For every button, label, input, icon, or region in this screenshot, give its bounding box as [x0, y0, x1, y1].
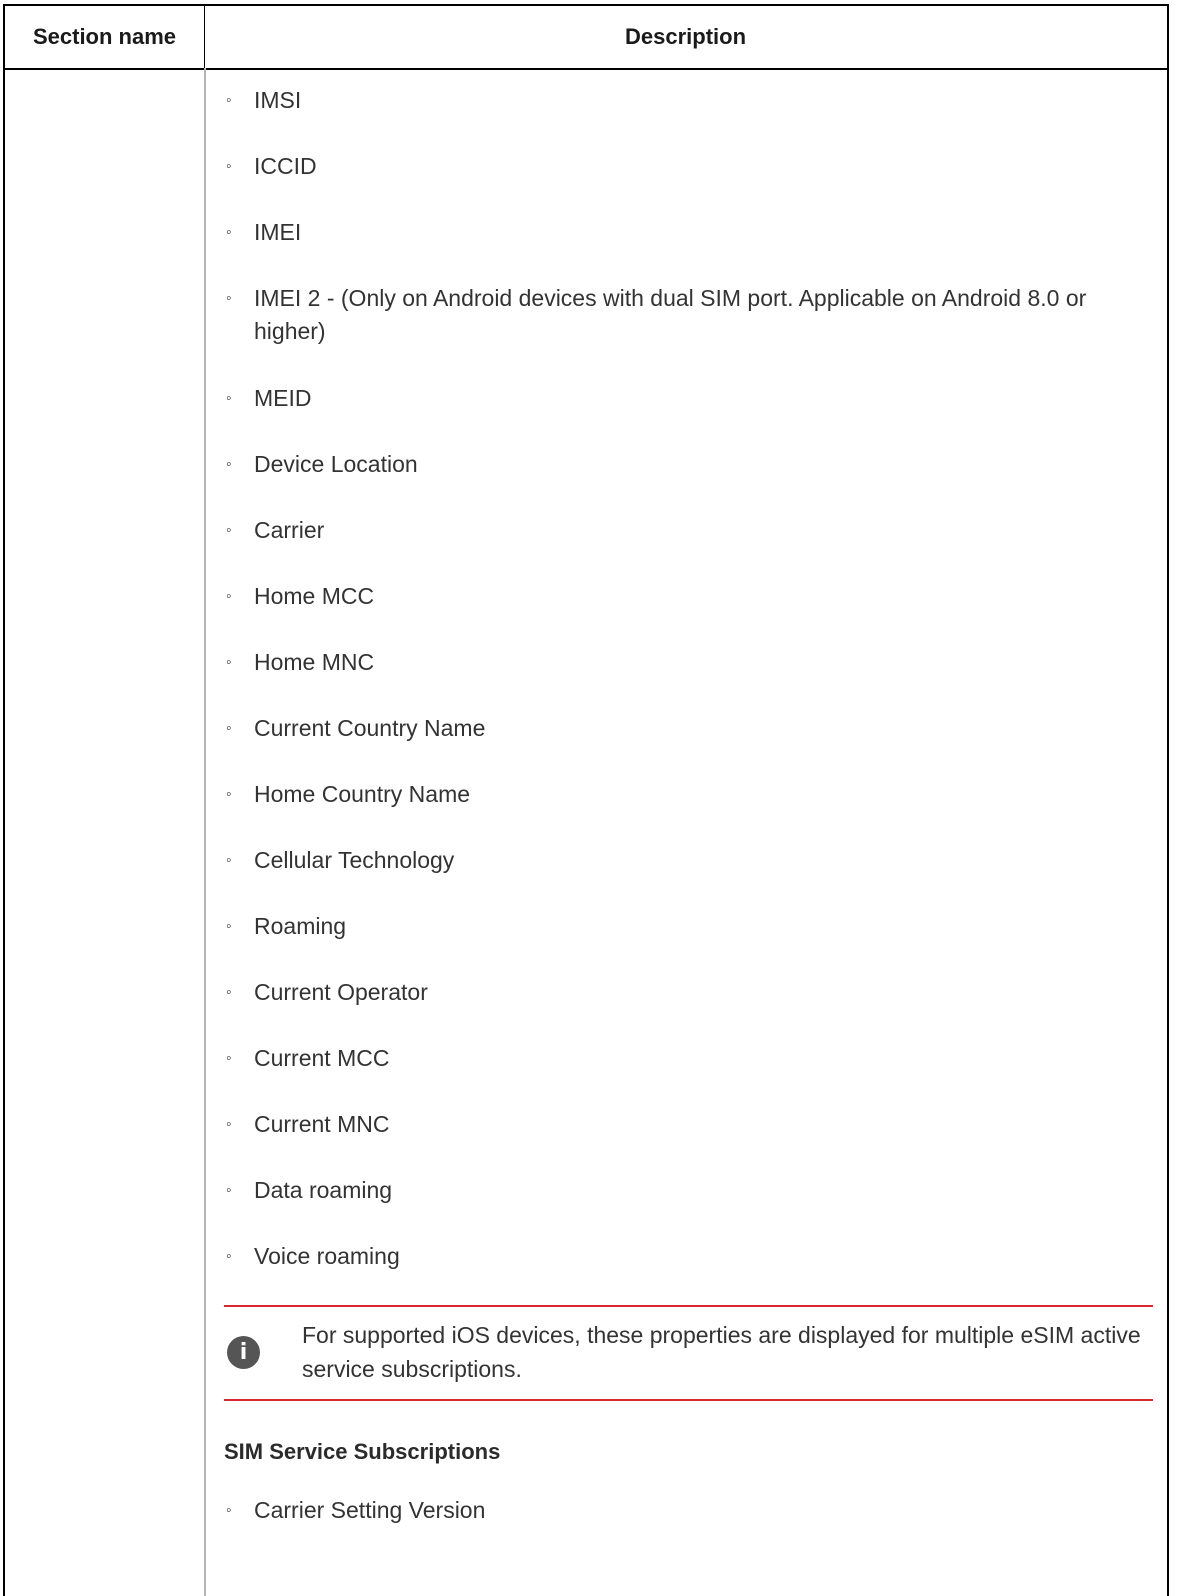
- bullet-icon: ◦: [226, 522, 232, 539]
- list-item: ◦ Voice roaming: [224, 1240, 1153, 1273]
- list-item-text: Current MCC: [254, 1045, 390, 1071]
- list-item-text: Cellular Technology: [254, 847, 455, 873]
- bullet-icon: ◦: [226, 654, 232, 671]
- bullet-icon: ◦: [226, 1502, 232, 1519]
- list-item-text: Home MCC: [254, 583, 375, 609]
- list-item-text: Home Country Name: [254, 781, 471, 807]
- list-item: ◦ Carrier: [224, 514, 1153, 547]
- note-text: For supported iOS devices, these propert…: [302, 1322, 1141, 1382]
- list-item-text: IMEI: [254, 219, 302, 245]
- info-icon: i: [227, 1336, 260, 1369]
- column-divider: [204, 68, 206, 1596]
- header-description: Description: [624, 24, 747, 49]
- bullet-icon: ◦: [226, 1050, 232, 1067]
- bullet-icon: ◦: [226, 984, 232, 1001]
- bullet-icon: ◦: [226, 158, 232, 175]
- list-item-text: Current MNC: [254, 1111, 390, 1137]
- list-item: ◦ Current Operator: [224, 976, 1153, 1009]
- list-item: ◦ Data roaming: [224, 1174, 1153, 1207]
- table-header: Section name Description: [5, 6, 1167, 70]
- bullet-icon: ◦: [226, 1248, 232, 1265]
- bullet-icon: ◦: [226, 588, 232, 605]
- bullet-icon: ◦: [226, 456, 232, 473]
- list-item: ◦ Cellular Technology: [224, 844, 1153, 877]
- list-item-text: ICCID: [254, 153, 317, 179]
- bullet-icon: ◦: [226, 224, 232, 241]
- properties-table: Section name Description ◦ IMSI ◦ ICCID ◦ I…: [3, 4, 1169, 1596]
- list-item: ◦ Home MCC: [224, 580, 1153, 613]
- note-box: i For supported iOS devices, these prope…: [224, 1305, 1153, 1401]
- bullet-icon: ◦: [226, 918, 232, 935]
- list-item: ◦ Current MNC: [224, 1108, 1153, 1141]
- list-item-text: Carrier Setting Version: [254, 1497, 486, 1523]
- list-item: ◦ Carrier Setting Version: [224, 1494, 1153, 1527]
- list-item-text: Data roaming: [254, 1177, 393, 1203]
- section-subheading: SIM Service Subscriptions: [224, 1439, 501, 1464]
- list-item: ◦ ICCID: [224, 150, 1153, 183]
- bullet-icon: ◦: [226, 786, 232, 803]
- bullet-icon: ◦: [226, 92, 232, 109]
- property-list: ◦ IMSI ◦ ICCID ◦ IMEI ◦ IMEI 2 - (Only on An…: [224, 68, 1153, 1269]
- list-item: ◦ IMSI: [224, 84, 1153, 117]
- bullet-icon: ◦: [226, 720, 232, 737]
- list-item-text: IMEI 2 - (Only on Android devices with d…: [254, 285, 1087, 344]
- list-item: ◦ Roaming: [224, 910, 1153, 943]
- list-item-text: Roaming: [254, 913, 347, 939]
- bullet-icon: ◦: [226, 1116, 232, 1133]
- list-item-text: Carrier: [254, 517, 325, 543]
- list-item: ◦ IMEI 2 - (Only on Android devices with …: [224, 282, 1153, 348]
- list-item: ◦ Home Country Name: [224, 778, 1153, 811]
- description-cell: ◦ IMSI ◦ ICCID ◦ IMEI ◦ IMEI 2 - (Only on An…: [224, 68, 1153, 1523]
- list-item-text: Device Location: [254, 451, 418, 477]
- list-item-text: Current Country Name: [254, 715, 486, 741]
- list-item-text: Home MNC: [254, 649, 375, 675]
- bullet-icon: ◦: [226, 1182, 232, 1199]
- list-item: ◦ IMEI: [224, 216, 1153, 249]
- list-item: ◦ Current MCC: [224, 1042, 1153, 1075]
- list-item: ◦ Current Country Name: [224, 712, 1153, 745]
- bullet-icon: ◦: [226, 390, 232, 407]
- list-item-text: IMSI: [254, 87, 302, 113]
- bullet-icon: ◦: [226, 290, 232, 307]
- header-section-name: Section name: [32, 24, 177, 49]
- list-item-text: MEID: [254, 385, 312, 411]
- list-item-text: Voice roaming: [254, 1243, 400, 1269]
- list-item: ◦ Home MNC: [224, 646, 1153, 679]
- list-item-text: Current Operator: [254, 979, 428, 1005]
- list-item: ◦ MEID: [224, 382, 1153, 415]
- list-item: ◦ Device Location: [224, 448, 1153, 481]
- bullet-icon: ◦: [226, 852, 232, 869]
